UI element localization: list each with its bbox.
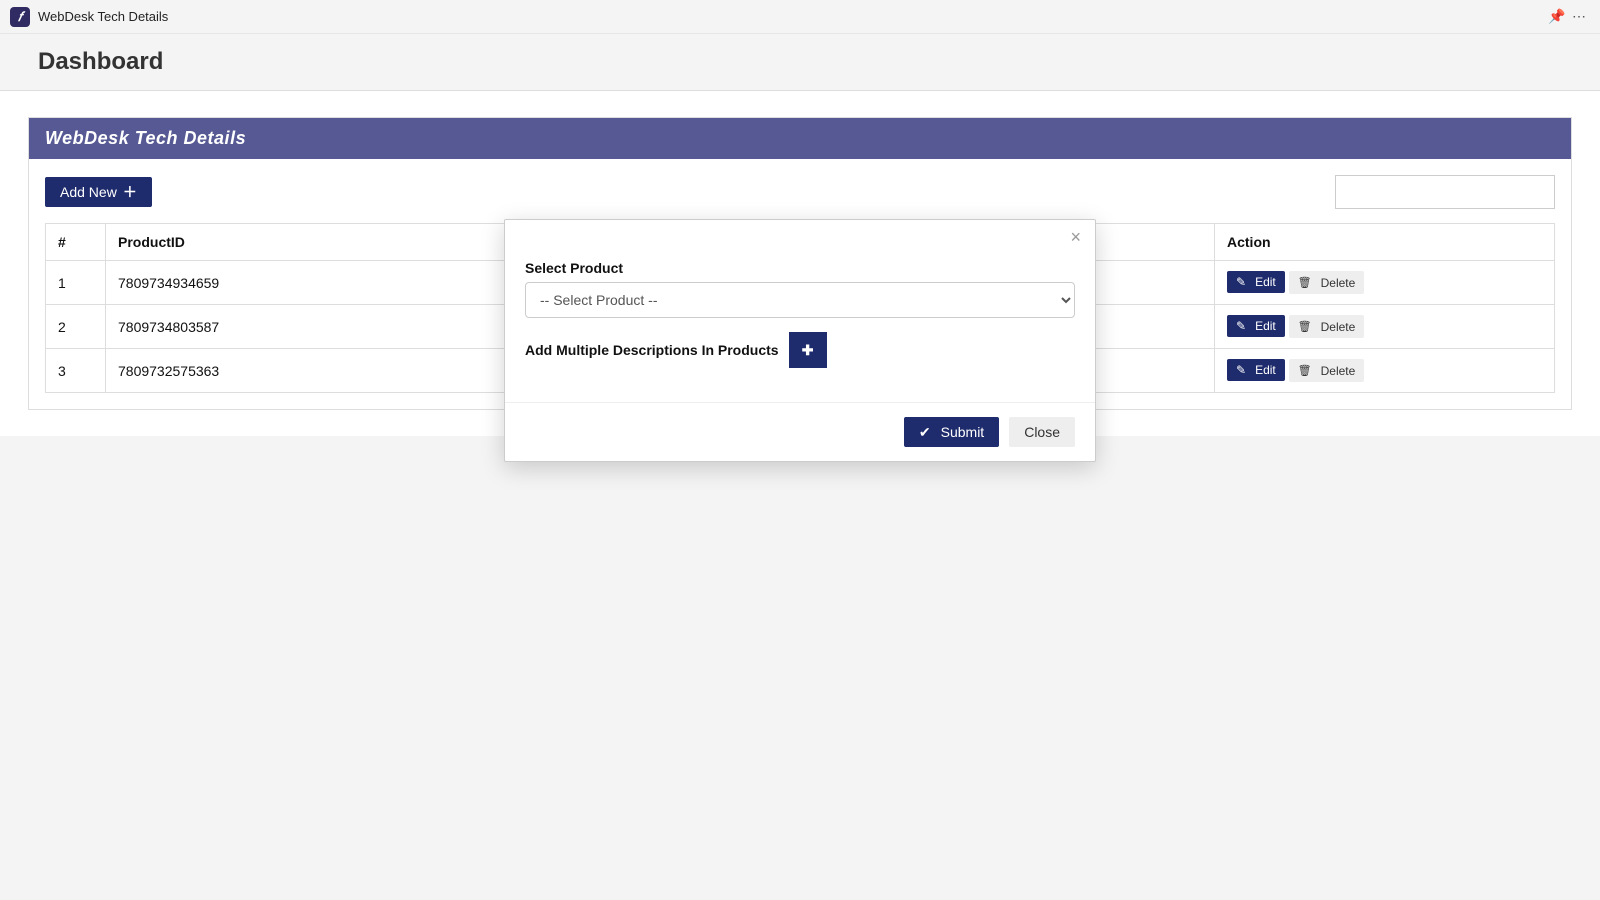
delete-button[interactable]: Delete: [1289, 315, 1365, 338]
multi-desc-label: Add Multiple Descriptions In Products: [525, 342, 779, 358]
edit-icon: [1236, 364, 1249, 376]
close-label: Close: [1024, 425, 1060, 439]
plus-icon: [802, 342, 814, 359]
trash-icon: [1298, 364, 1315, 377]
plus-icon: ＋: [123, 185, 137, 199]
edit-icon: [1236, 276, 1249, 288]
edit-button[interactable]: Edit: [1227, 315, 1285, 337]
select-product-label: Select Product: [525, 260, 1075, 276]
delete-button[interactable]: Delete: [1289, 359, 1365, 382]
add-product-modal: × Select Product -- Select Product -- Ad…: [504, 219, 1096, 462]
add-description-button[interactable]: [789, 332, 827, 368]
col-index: #: [46, 224, 106, 261]
add-new-label: Add New: [60, 185, 117, 199]
search-input[interactable]: [1335, 175, 1555, 209]
add-new-button[interactable]: Add New ＋: [45, 177, 152, 207]
submit-button[interactable]: Submit: [904, 417, 999, 447]
edit-icon: [1236, 320, 1249, 332]
modal-close-icon[interactable]: ×: [1070, 228, 1081, 246]
delete-button[interactable]: Delete: [1289, 271, 1365, 294]
page-title: Dashboard: [38, 48, 1562, 76]
trash-icon: [1298, 320, 1315, 333]
row-index: 1: [46, 261, 106, 305]
close-button[interactable]: Close: [1009, 417, 1075, 447]
trash-icon: [1298, 276, 1315, 289]
edit-button[interactable]: Edit: [1227, 271, 1285, 293]
app-logo: 𝑓: [10, 7, 30, 27]
check-icon: [919, 425, 935, 439]
submit-label: Submit: [941, 425, 985, 439]
row-index: 2: [46, 305, 106, 349]
window-title: WebDesk Tech Details: [38, 9, 168, 24]
window-titlebar: 𝑓 WebDesk Tech Details 📌 ⋯: [0, 0, 1600, 34]
more-icon[interactable]: ⋯: [1568, 8, 1590, 25]
col-action: Action: [1215, 224, 1555, 261]
row-index: 3: [46, 349, 106, 393]
pin-icon[interactable]: 📌: [1546, 8, 1568, 25]
page-header: Dashboard: [0, 34, 1600, 91]
panel-title: WebDesk Tech Details: [29, 118, 1571, 159]
edit-button[interactable]: Edit: [1227, 359, 1285, 381]
select-product-dropdown[interactable]: -- Select Product --: [525, 282, 1075, 318]
